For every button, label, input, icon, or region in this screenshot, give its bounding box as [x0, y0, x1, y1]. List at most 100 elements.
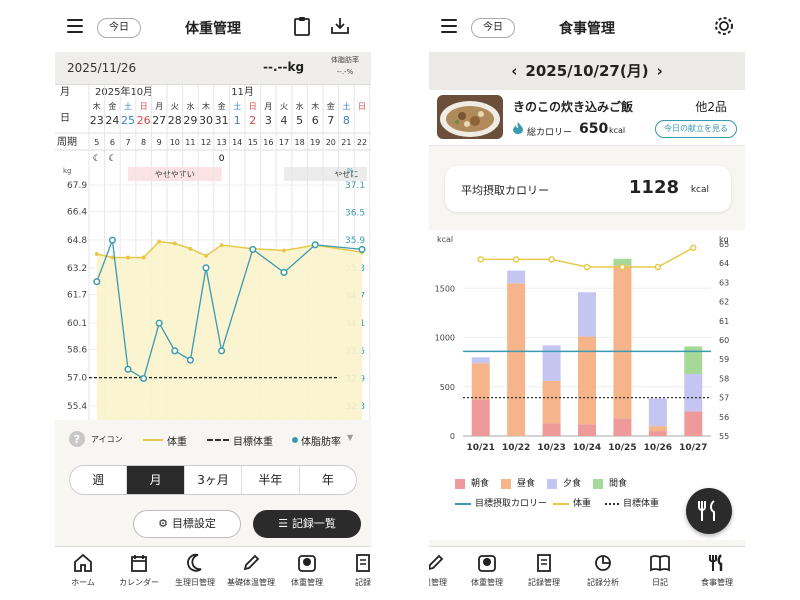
goal-setting-label: 目標設定 — [171, 517, 216, 530]
y-tick-left: 63.2 — [67, 264, 87, 274]
fat-point — [280, 268, 288, 276]
day-2: 25 — [121, 114, 135, 127]
weekday-1: 金 — [108, 101, 116, 111]
nav-period[interactable]: 生理日管理 — [167, 553, 223, 588]
y-tick-right: 37.1 — [345, 181, 365, 191]
meal-photo[interactable] — [437, 95, 503, 139]
nav-period-label: 生理日管理 — [175, 578, 215, 587]
period-week[interactable]: 週 — [70, 466, 128, 494]
clipboard-icon[interactable] — [291, 15, 313, 37]
nav-calendar[interactable]: カレンダー — [111, 553, 167, 588]
weight-point — [619, 263, 626, 271]
meal-chart[interactable]: kcal kg 0 500 1000 1500 55 56 57 58 59 60 61 62 63 64 65… — [429, 230, 745, 470]
legend-weight: 体重 — [553, 496, 591, 509]
day-1: 24 — [105, 114, 119, 127]
bar-朝食-10/21 — [471, 399, 490, 436]
nav-record-analysis[interactable]: 記録分析 — [575, 553, 631, 588]
nav-calendar-label: カレンダー — [119, 578, 159, 587]
page-title: 食事管理 — [559, 21, 615, 37]
add-meal-button[interactable] — [686, 488, 732, 534]
y-tick-left: 67.9 — [67, 181, 87, 191]
weight-point — [282, 248, 286, 253]
nav-record-manage[interactable]: 記録管理 — [516, 553, 572, 588]
fat-point — [124, 365, 132, 373]
nav-records[interactable]: 記録 — [335, 553, 371, 588]
nav-weight[interactable]: 体重管理 — [459, 553, 515, 588]
record-list-label: 記録一覧 — [291, 517, 336, 530]
period-num-12: 17 — [279, 138, 289, 147]
period-num-0: 5 — [94, 138, 99, 147]
fork-knife-icon — [698, 500, 715, 521]
document-icon — [537, 554, 551, 572]
nav-home[interactable]: ホーム — [55, 553, 111, 588]
thermometer-icon — [429, 554, 444, 570]
body-fat-readout: 体脂肪率 --.-% — [331, 54, 359, 78]
y-tick-left: 0 — [450, 432, 455, 441]
goal-setting-button[interactable]: ⚙ 目標設定 — [133, 510, 241, 538]
meal-chart-svg: kcal kg0500100015005556575859606162636465… — [435, 235, 730, 453]
weight-point — [690, 244, 697, 252]
legend-fat-label[interactable]: 体脂肪率 — [301, 433, 341, 448]
nav-basal-temp[interactable]: 基礎体温管理 — [223, 553, 279, 588]
fat-point — [155, 319, 163, 327]
nav-weight[interactable]: 体重管理 — [279, 553, 335, 588]
x-tick: 10/26 — [644, 443, 672, 453]
easy-loss-label: やせやすい — [155, 170, 195, 179]
weight-point — [172, 241, 177, 246]
period-num-15: 20 — [326, 138, 336, 147]
nav-meal[interactable]: 食事管理 — [689, 553, 745, 588]
weight-chart[interactable]: 月日周期 2025年10月 11月木金土日月火水木金土日月火水木金土日 23 24 25 2… — [55, 85, 371, 420]
chevron-left-icon[interactable]: ‹ — [511, 62, 517, 80]
period-num-9: 14 — [232, 138, 242, 147]
chart-legend: ? アイコン 体重 目標体重 体脂肪率 ▼ — [55, 428, 371, 452]
download-icon[interactable] — [329, 15, 351, 37]
day-6: 29 — [183, 114, 197, 127]
x-tick: 10/21 — [467, 443, 495, 453]
calorie-unit: kcal — [609, 126, 626, 135]
weight-point — [188, 246, 193, 251]
current-date: 2025/11/26 — [67, 61, 137, 75]
legend-icon-label: アイコン — [91, 435, 123, 444]
day-11: 3 — [265, 114, 272, 127]
average-calorie-unit: kcal — [690, 185, 709, 195]
record-list-button[interactable]: ☰ 記録一覧 — [253, 510, 361, 538]
nav-meal-label: 食事管理 — [701, 578, 733, 587]
y-tick-left: 64.8 — [67, 236, 87, 246]
today-menu-button[interactable]: 今日の献立を見る — [655, 120, 737, 138]
weight-point — [512, 256, 520, 263]
bar-夕食-10/26 — [648, 398, 667, 427]
month-nov: 11月 — [231, 86, 254, 98]
period-month[interactable]: 月 — [127, 466, 185, 494]
meal-date: 2025/10/27(月) — [525, 62, 649, 80]
row-label-month: 月 — [60, 86, 70, 98]
fat-point — [108, 236, 116, 244]
period-halfyear[interactable]: 半年 — [242, 466, 300, 494]
nav-diary[interactable]: 日記 — [632, 553, 688, 588]
calendar-icon — [131, 555, 147, 572]
legend-weight-label: 体重 — [167, 437, 187, 448]
day-12: 4 — [281, 114, 288, 127]
chevron-down-icon[interactable]: ▼ — [347, 433, 353, 442]
row-label-period: 周期 — [57, 136, 77, 148]
nav-basal-temp-label: 温管理 — [429, 578, 447, 587]
month-oct: 2025年10月 — [95, 85, 153, 98]
period-year[interactable]: 年 — [300, 466, 356, 494]
period-num-8: 13 — [217, 138, 227, 147]
x-tick: 10/27 — [679, 443, 707, 453]
meal-card[interactable]: きのこの炊き込みご飯 他2品 総カロリー 650 kcal 今日の献立を見る — [429, 90, 745, 146]
help-icon[interactable]: ? — [69, 431, 85, 447]
weight-point — [477, 256, 484, 263]
page-title: 体重管理 — [185, 21, 241, 37]
legend-target-label: 目標体重 — [233, 437, 273, 448]
period-num-17: 22 — [357, 138, 367, 147]
period-3months[interactable]: 3ヶ月 — [185, 466, 243, 494]
gear-icon[interactable] — [713, 15, 735, 37]
period-selector: 週 月 3ヶ月 半年 年 — [69, 465, 357, 495]
weekday-5: 火 — [171, 102, 179, 111]
nav-basal-temp[interactable]: 温管理 — [429, 553, 463, 588]
y-unit-right: % — [347, 167, 354, 175]
bar-昼食-10/25 — [613, 265, 632, 419]
y-tick-right: 36.5 — [345, 209, 365, 219]
chevron-right-icon[interactable]: › — [657, 62, 663, 80]
y-tick-left: 55.4 — [67, 402, 87, 412]
